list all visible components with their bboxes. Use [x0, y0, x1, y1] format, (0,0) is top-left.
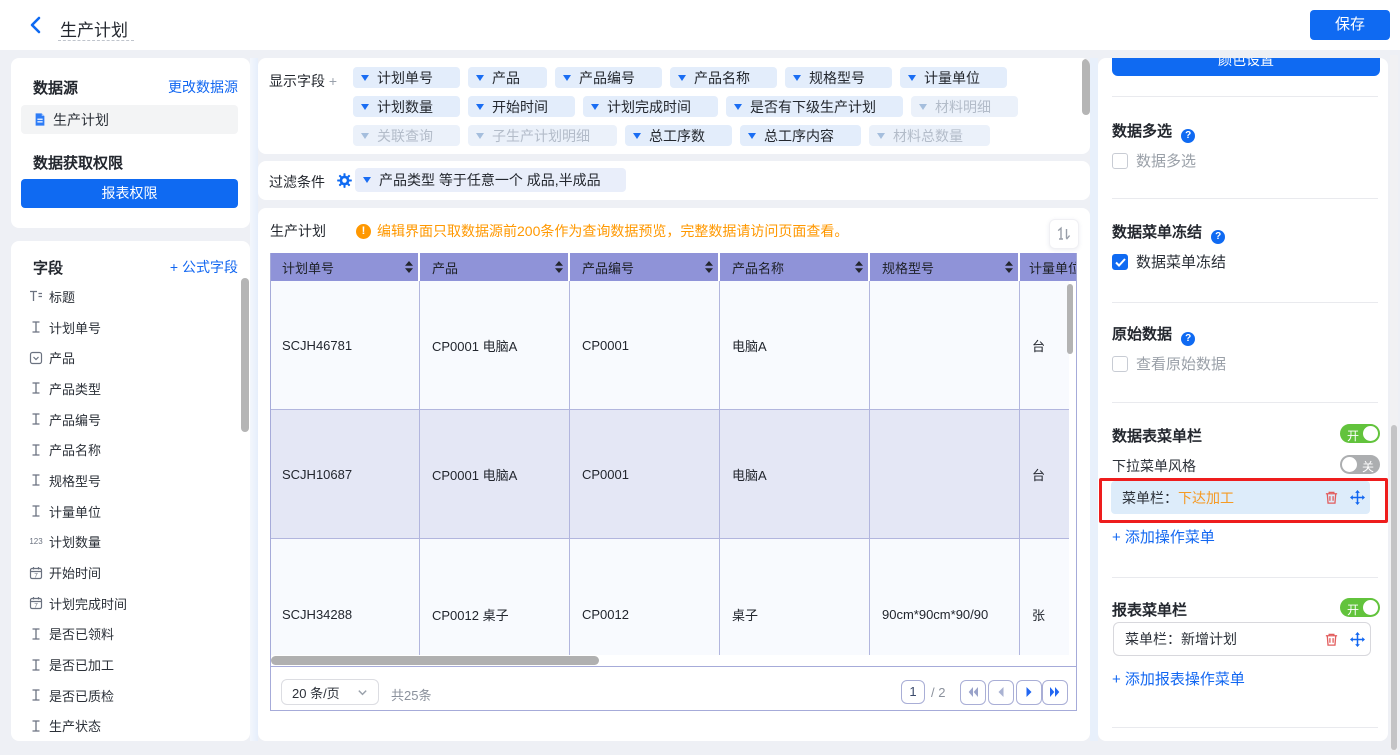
svg-text:7: 7 — [34, 572, 38, 579]
svg-text:7: 7 — [34, 603, 38, 610]
